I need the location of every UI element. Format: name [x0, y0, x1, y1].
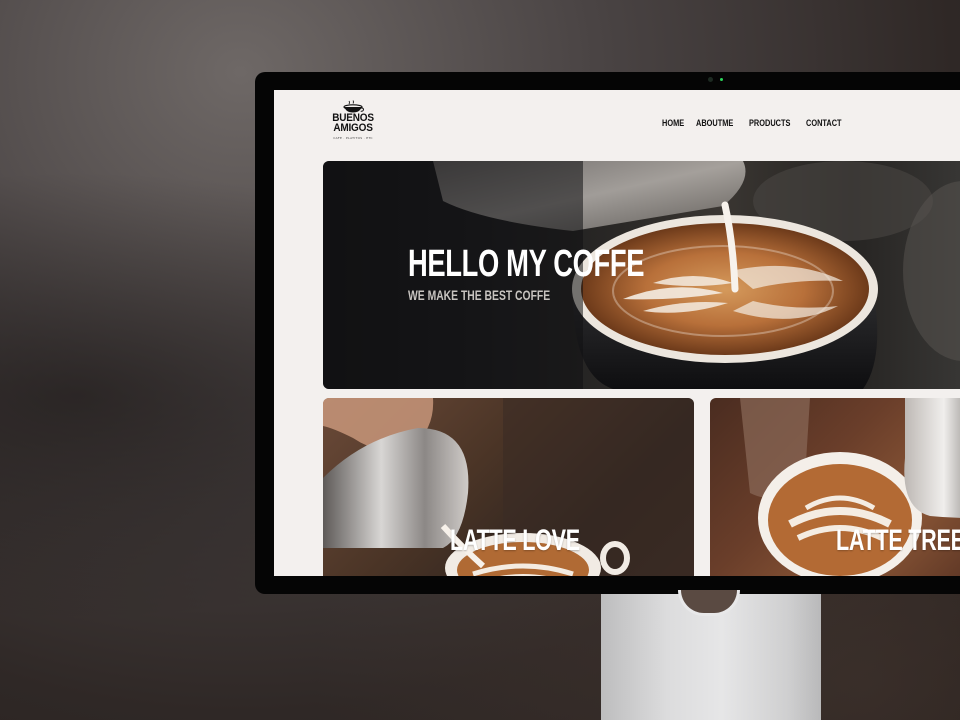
hero-banner: HELLO MY COFFE WE MAKE THE BEST COFFE: [323, 161, 960, 389]
card-title-latte-love: LATTE LOVE: [450, 524, 580, 557]
hero-title: HELLO MY COFFE: [408, 243, 645, 285]
card-title-latte-tree: LATTE TREE: [836, 524, 960, 557]
site-logo[interactable]: BUENOS AMIGOS CAFE · PLATITOS · ETC: [330, 100, 376, 146]
logo-text-line2: AMIGOS: [333, 122, 373, 135]
nav-link-contact[interactable]: CONTACT: [806, 118, 842, 128]
website-screen: BUENOS AMIGOS CAFE · PLATITOS · ETC HOME…: [274, 90, 960, 576]
nav-link-home[interactable]: HOME: [662, 118, 684, 128]
hero-subtitle: WE MAKE THE BEST COFFE: [408, 287, 551, 303]
product-card-latte-love[interactable]: LATTE LOVE: [323, 398, 694, 576]
webcam-led: [720, 78, 723, 81]
main-nav: HOME ABOUTME PRODUCTS CONTACT: [662, 118, 849, 128]
nav-link-products[interactable]: PRODUCTS: [749, 118, 790, 128]
product-card-latte-tree[interactable]: LATTE TREE: [710, 398, 960, 576]
webcam-icon: [708, 77, 713, 82]
nav-link-aboutme[interactable]: ABOUTME: [696, 118, 733, 128]
logo-tagline: CAFE · PLATITOS · ETC: [333, 136, 373, 140]
